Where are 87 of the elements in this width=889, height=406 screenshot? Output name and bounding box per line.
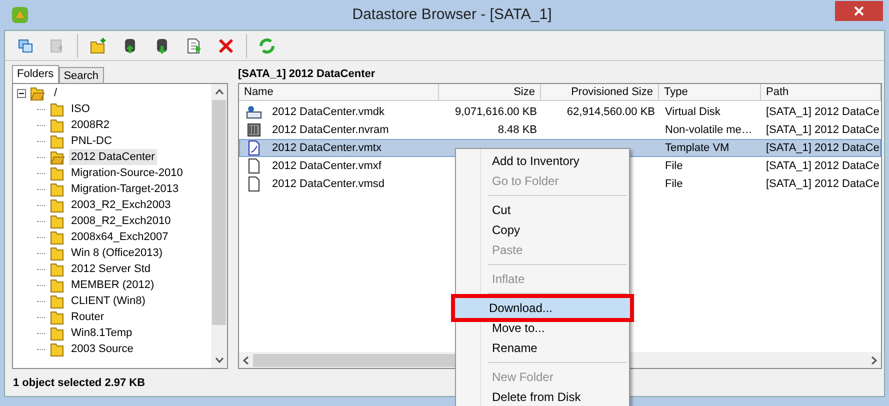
close-button[interactable] xyxy=(835,1,883,21)
file-path: [SATA_1] 2012 DataCe xyxy=(766,142,880,154)
tree-item[interactable]: CLIENT (Win8) xyxy=(69,292,148,310)
menu-item[interactable]: Add to Inventory xyxy=(458,151,627,171)
column-header[interactable]: Type xyxy=(659,84,761,100)
file-name: 2012 DataCenter.vmxf xyxy=(272,158,382,174)
app-logo-icon xyxy=(11,6,29,24)
menu-item[interactable]: Cut xyxy=(458,200,627,220)
tree-item[interactable]: Migration-Source-2010 xyxy=(69,164,185,182)
vertical-scrollbar[interactable] xyxy=(211,84,227,368)
file-type: File xyxy=(665,178,683,190)
column-header[interactable]: Path xyxy=(761,84,881,100)
file-type: Virtual Disk xyxy=(665,106,720,118)
file-size: 8.48 KB xyxy=(498,124,537,136)
file-path: [SATA_1] 2012 DataCe xyxy=(766,124,880,136)
collapse-toggle[interactable] xyxy=(17,88,26,98)
disk-icon xyxy=(246,104,262,120)
folder-icon xyxy=(49,261,65,277)
tree-item[interactable]: 2012 DataCenter xyxy=(69,148,157,166)
tree-item[interactable]: 2008x64_Exch2007 xyxy=(69,228,170,246)
folder-icon xyxy=(49,309,65,325)
file-name: 2012 DataCenter.nvram xyxy=(272,122,389,138)
file-type: Template VM xyxy=(665,142,730,154)
folder-icon xyxy=(49,277,65,293)
column-header[interactable]: Name xyxy=(239,84,439,100)
menu-item[interactable]: Rename xyxy=(458,338,627,358)
file-size: 9,071,616.00 KB xyxy=(455,106,537,118)
provisioned-size: 62,914,560.00 KB xyxy=(566,106,655,118)
tab[interactable]: Search xyxy=(58,67,104,83)
scroll-up-icon[interactable] xyxy=(214,89,224,95)
folder-icon xyxy=(49,133,65,149)
folder-icon xyxy=(49,197,65,213)
tree-item[interactable]: Win8.1Temp xyxy=(69,324,134,342)
folder-icon xyxy=(49,101,65,117)
tree-item[interactable]: 2012 Server Std xyxy=(69,260,152,278)
scroll-down-icon[interactable] xyxy=(214,357,224,363)
open-folder-icon xyxy=(49,149,65,165)
file-path: [SATA_1] 2012 DataCe xyxy=(766,106,880,118)
file-path: [SATA_1] 2012 DataCe xyxy=(766,178,880,190)
file-type: File xyxy=(665,160,683,172)
column-header[interactable]: Size xyxy=(439,84,541,100)
menu-item[interactable]: Delete from Disk xyxy=(458,387,627,406)
windows-icon xyxy=(16,36,34,54)
folder-icon xyxy=(49,165,65,181)
folder-icon xyxy=(49,325,65,341)
column-header[interactable]: Provisioned Size xyxy=(541,84,659,100)
tree-item[interactable]: Migration-Target-2013 xyxy=(69,180,181,198)
new-folder-icon xyxy=(89,36,107,54)
tree-item[interactable]: ISO xyxy=(69,100,92,118)
tree-item[interactable]: Router xyxy=(69,308,106,326)
tab[interactable]: Folders xyxy=(12,65,59,83)
template-icon xyxy=(246,140,262,156)
tree-item[interactable]: 2008R2 xyxy=(69,116,112,134)
scroll-left-icon[interactable] xyxy=(243,356,249,364)
file-icon xyxy=(246,176,262,192)
folder-icon xyxy=(49,341,65,357)
folder-icon xyxy=(49,181,65,197)
tree-item[interactable]: 2003 Source xyxy=(69,340,136,358)
window-title: Datastore Browser - [SATA_1] xyxy=(352,4,552,25)
refresh-icon xyxy=(258,36,276,54)
scroll-right-icon[interactable] xyxy=(871,356,877,364)
folder-icon xyxy=(49,245,65,261)
tree-item[interactable]: 2003_R2_Exch2003 xyxy=(69,196,173,214)
file-name: 2012 DataCenter.vmdk xyxy=(272,104,385,120)
path-label: [SATA_1] 2012 DataCenter xyxy=(238,67,376,82)
tree-item[interactable]: MEMBER (2012) xyxy=(69,276,156,294)
folder-icon xyxy=(49,293,65,309)
chip-icon xyxy=(246,122,262,138)
file-name: 2012 DataCenter.vmsd xyxy=(272,176,385,192)
tree-item[interactable]: Win 8 (Office2013) xyxy=(69,244,165,262)
delete-icon xyxy=(217,36,235,54)
menu-item[interactable]: Download... xyxy=(455,298,630,318)
tree-item[interactable]: 2008_R2_Exch2010 xyxy=(69,212,173,230)
close-icon xyxy=(854,6,864,16)
folder-icon xyxy=(49,213,65,229)
document-arrow-icon xyxy=(185,36,203,54)
file-path: [SATA_1] 2012 DataCe xyxy=(766,160,880,172)
folder-icon xyxy=(49,229,65,245)
file-name: 2012 DataCenter.vmtx xyxy=(272,140,382,156)
menu-item[interactable]: Move to... xyxy=(458,318,627,338)
tree-item[interactable]: / xyxy=(54,84,58,102)
menu-item[interactable]: Copy xyxy=(458,220,627,240)
status-text: 1 object selected 2.97 KB xyxy=(13,376,146,391)
open-folder-icon xyxy=(29,85,45,101)
file-type: Non-volatile me… xyxy=(665,124,752,136)
folder-icon xyxy=(49,117,65,133)
tree-item[interactable]: PNL-DC xyxy=(69,132,114,150)
